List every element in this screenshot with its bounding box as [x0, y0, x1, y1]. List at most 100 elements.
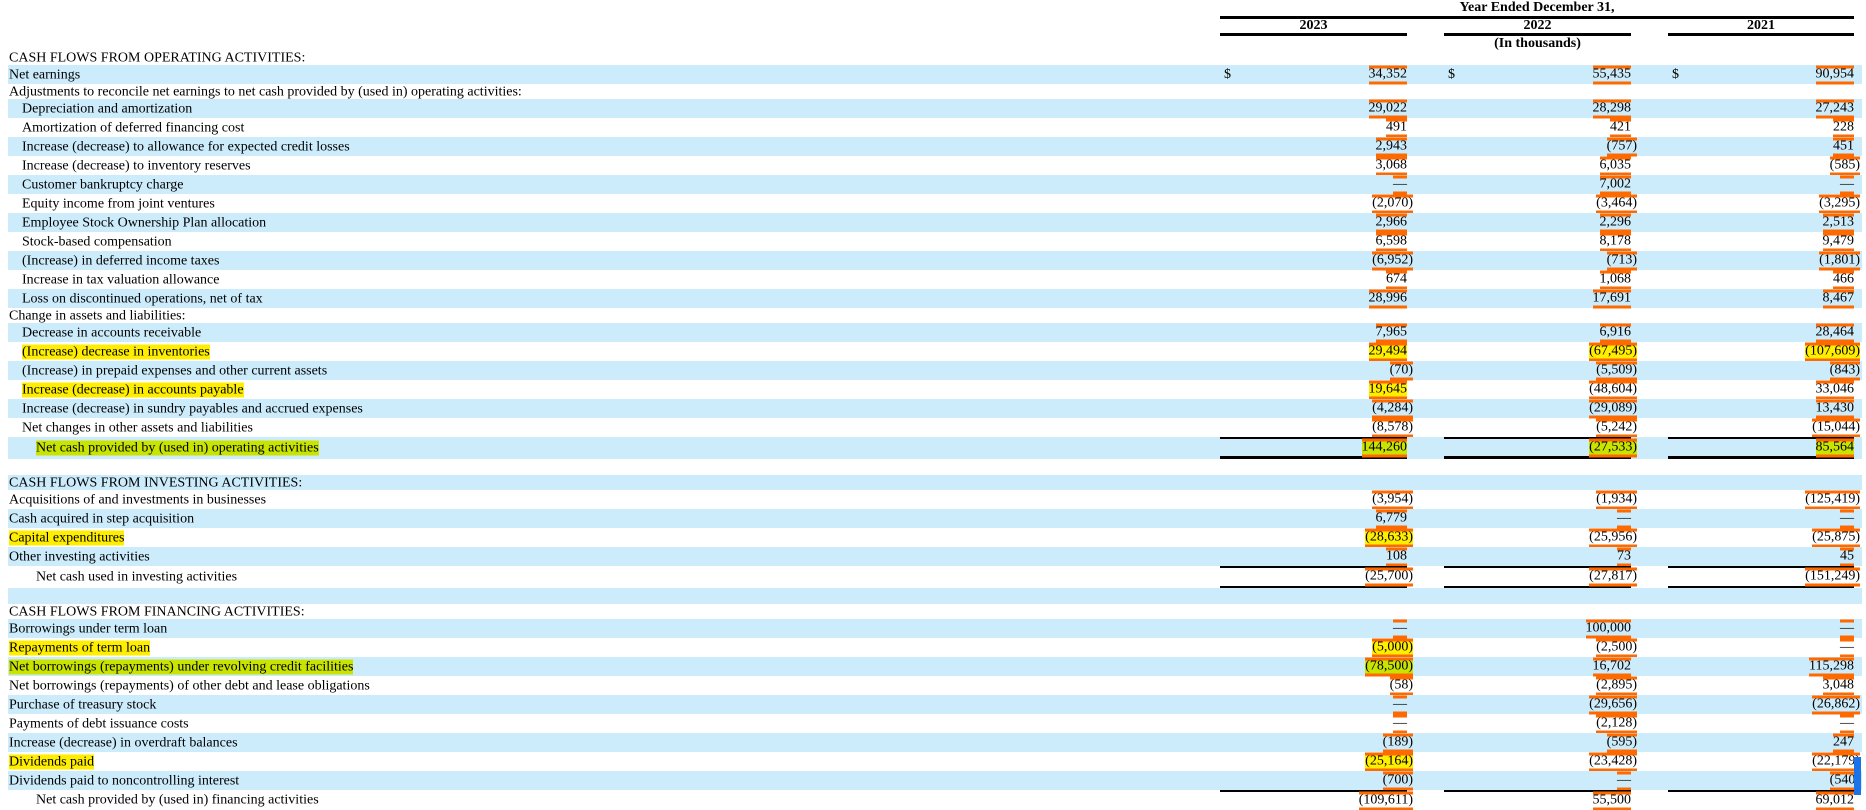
- amount: —: [1393, 175, 1407, 194]
- value-cell-2021: (1,801): [1668, 251, 1860, 270]
- amount-wrapper: (1,801): [1819, 251, 1860, 270]
- year-2022-heading: 2022: [1523, 18, 1552, 33]
- amount-wrapper: 45: [1840, 547, 1854, 566]
- amount-wrapper: (2,895): [1596, 676, 1637, 695]
- value-cell-2023: (25,164): [1220, 752, 1413, 771]
- spacer-row: [8, 459, 1862, 475]
- table-row: Borrowings under term loan — 100,000 —: [8, 619, 1862, 638]
- spacer-row: [8, 588, 1862, 604]
- row-label: CASH FLOWS FROM OPERATING ACTIVITIES:: [9, 50, 306, 65]
- amount-wrapper: (23,428): [1589, 752, 1637, 771]
- value-cell-2022: (2,500): [1444, 638, 1637, 657]
- value-cell-2023: —: [1220, 714, 1407, 733]
- value-cell-2021: (26,862): [1668, 695, 1860, 714]
- table-row: Decrease in accounts receivable 7,965 6,91…: [8, 323, 1862, 342]
- amount-wrapper: 3,048: [1822, 676, 1854, 695]
- value-cell-2021: —: [1668, 638, 1854, 657]
- row-label: Net cash used in investing activities: [36, 569, 238, 585]
- amount-wrapper: (3,954): [1372, 490, 1413, 509]
- amount: (151,249): [1805, 567, 1860, 587]
- amount: (109,611): [1358, 791, 1413, 810]
- table-row: Loss on discontinued operations, net of …: [8, 289, 1862, 308]
- amount-wrapper: 29,022: [1368, 99, 1407, 118]
- value-cell-2022: (3,464): [1444, 194, 1637, 213]
- amount: 69,012: [1815, 791, 1854, 810]
- amount: (5,000): [1372, 638, 1413, 657]
- value-cell-2022: 73: [1444, 547, 1631, 566]
- value-cell-2023: 2,943: [1220, 137, 1407, 156]
- row-label: Loss on discontinued operations, net of …: [22, 291, 263, 306]
- amount: 7,965: [1375, 323, 1407, 342]
- row-label: Increase (decrease) to inventory reserve…: [22, 158, 251, 173]
- amount-wrapper: 228: [1833, 118, 1854, 137]
- period-heading: Year Ended December 31,: [1459, 0, 1615, 15]
- amount-wrapper: (151,249): [1805, 567, 1860, 587]
- amount: (4,284): [1372, 399, 1413, 418]
- amount: (2,128): [1596, 714, 1637, 733]
- amount: 45: [1840, 547, 1854, 566]
- amount-wrapper: (109,611): [1358, 791, 1413, 810]
- value-cell-2021: —: [1668, 175, 1854, 194]
- row-label: Dividends paid to noncontrolling interes…: [9, 773, 240, 788]
- value-cell-2021: (107,609): [1668, 342, 1860, 361]
- table-row: Customer bankruptcy charge — 7,002 —: [8, 175, 1862, 194]
- amount: 2,966: [1375, 213, 1407, 232]
- value-cell-2021: (540): [1668, 771, 1860, 790]
- table-row: Amortization of deferred financing cost 4…: [8, 118, 1862, 137]
- row-label: Increase (decrease) in sundry payables a…: [22, 401, 363, 416]
- amount: 144,260: [1361, 438, 1407, 457]
- row-label: Net changes in other assets and liabilit…: [22, 420, 253, 435]
- scroll-marker[interactable]: [1854, 757, 1861, 795]
- amount-wrapper: 69,012: [1815, 791, 1854, 810]
- amount-wrapper: (8,578): [1372, 418, 1413, 437]
- amount: —: [1840, 714, 1854, 733]
- amount-wrapper: (5,509): [1596, 361, 1637, 380]
- amount: 466: [1833, 270, 1854, 289]
- amount-wrapper: 144,260: [1361, 438, 1407, 457]
- amount: (107,609): [1805, 342, 1860, 361]
- amount-wrapper: 73: [1617, 547, 1631, 566]
- value-cell-2023: 19,645: [1220, 380, 1407, 399]
- amount-wrapper: (25,875): [1812, 528, 1860, 547]
- amount-wrapper: 6,779: [1375, 509, 1407, 528]
- amount: (25,956): [1589, 528, 1637, 547]
- value-cell-2021: 2,513: [1668, 213, 1854, 232]
- amount: (67,495): [1589, 342, 1637, 361]
- value-cell-2023: (700): [1220, 771, 1413, 790]
- amount-wrapper: (6,952): [1372, 251, 1413, 270]
- amount: —: [1393, 695, 1407, 714]
- value-cell-2023: (78,500): [1220, 657, 1413, 676]
- value-cell-2022: 8,178: [1444, 232, 1631, 251]
- row-label: (Increase) in deferred income taxes: [22, 253, 220, 268]
- amount: (29,089): [1589, 399, 1637, 418]
- amount-wrapper: (22,179): [1812, 752, 1860, 771]
- amount-wrapper: 3,068: [1375, 156, 1407, 175]
- amount-wrapper: (28,633): [1365, 528, 1413, 547]
- value-cell-2022: 55,500: [1444, 790, 1631, 810]
- amount: (843): [1829, 361, 1860, 380]
- amount: (125,419): [1805, 490, 1860, 509]
- row-label: Net earnings: [9, 67, 81, 82]
- row-label: (Increase) in prepaid expenses and other…: [22, 363, 328, 378]
- value-cell-2023: 7,965: [1220, 323, 1407, 342]
- amount-wrapper: 28,298: [1592, 99, 1631, 118]
- table-row: Increase (decrease) to inventory reserve…: [8, 156, 1862, 175]
- amount: 2,513: [1822, 213, 1854, 232]
- amount-wrapper: 19,645: [1368, 380, 1407, 399]
- amount-wrapper: (29,656): [1589, 695, 1637, 714]
- amount-wrapper: (25,164): [1365, 752, 1413, 771]
- value-cell-2021: (585): [1668, 156, 1860, 175]
- row-label: Adjustments to reconcile net earnings to…: [9, 84, 522, 99]
- row-label: Amortization of deferred financing cost: [22, 120, 245, 135]
- amount: (27,817): [1589, 567, 1637, 587]
- value-cell-2023: $34,352: [1220, 65, 1407, 84]
- amount-wrapper: 90,954: [1815, 65, 1854, 84]
- amount: 55,500: [1592, 791, 1631, 810]
- amount: 28,996: [1368, 289, 1407, 308]
- amount-wrapper: —: [1840, 619, 1854, 638]
- amount-wrapper: 9,479: [1822, 232, 1854, 251]
- amount: 55,435: [1592, 65, 1631, 84]
- table-row: Increase (decrease) in sundry payables a…: [8, 399, 1862, 418]
- amount: —: [1840, 509, 1854, 528]
- value-cell-2021: 451: [1668, 137, 1854, 156]
